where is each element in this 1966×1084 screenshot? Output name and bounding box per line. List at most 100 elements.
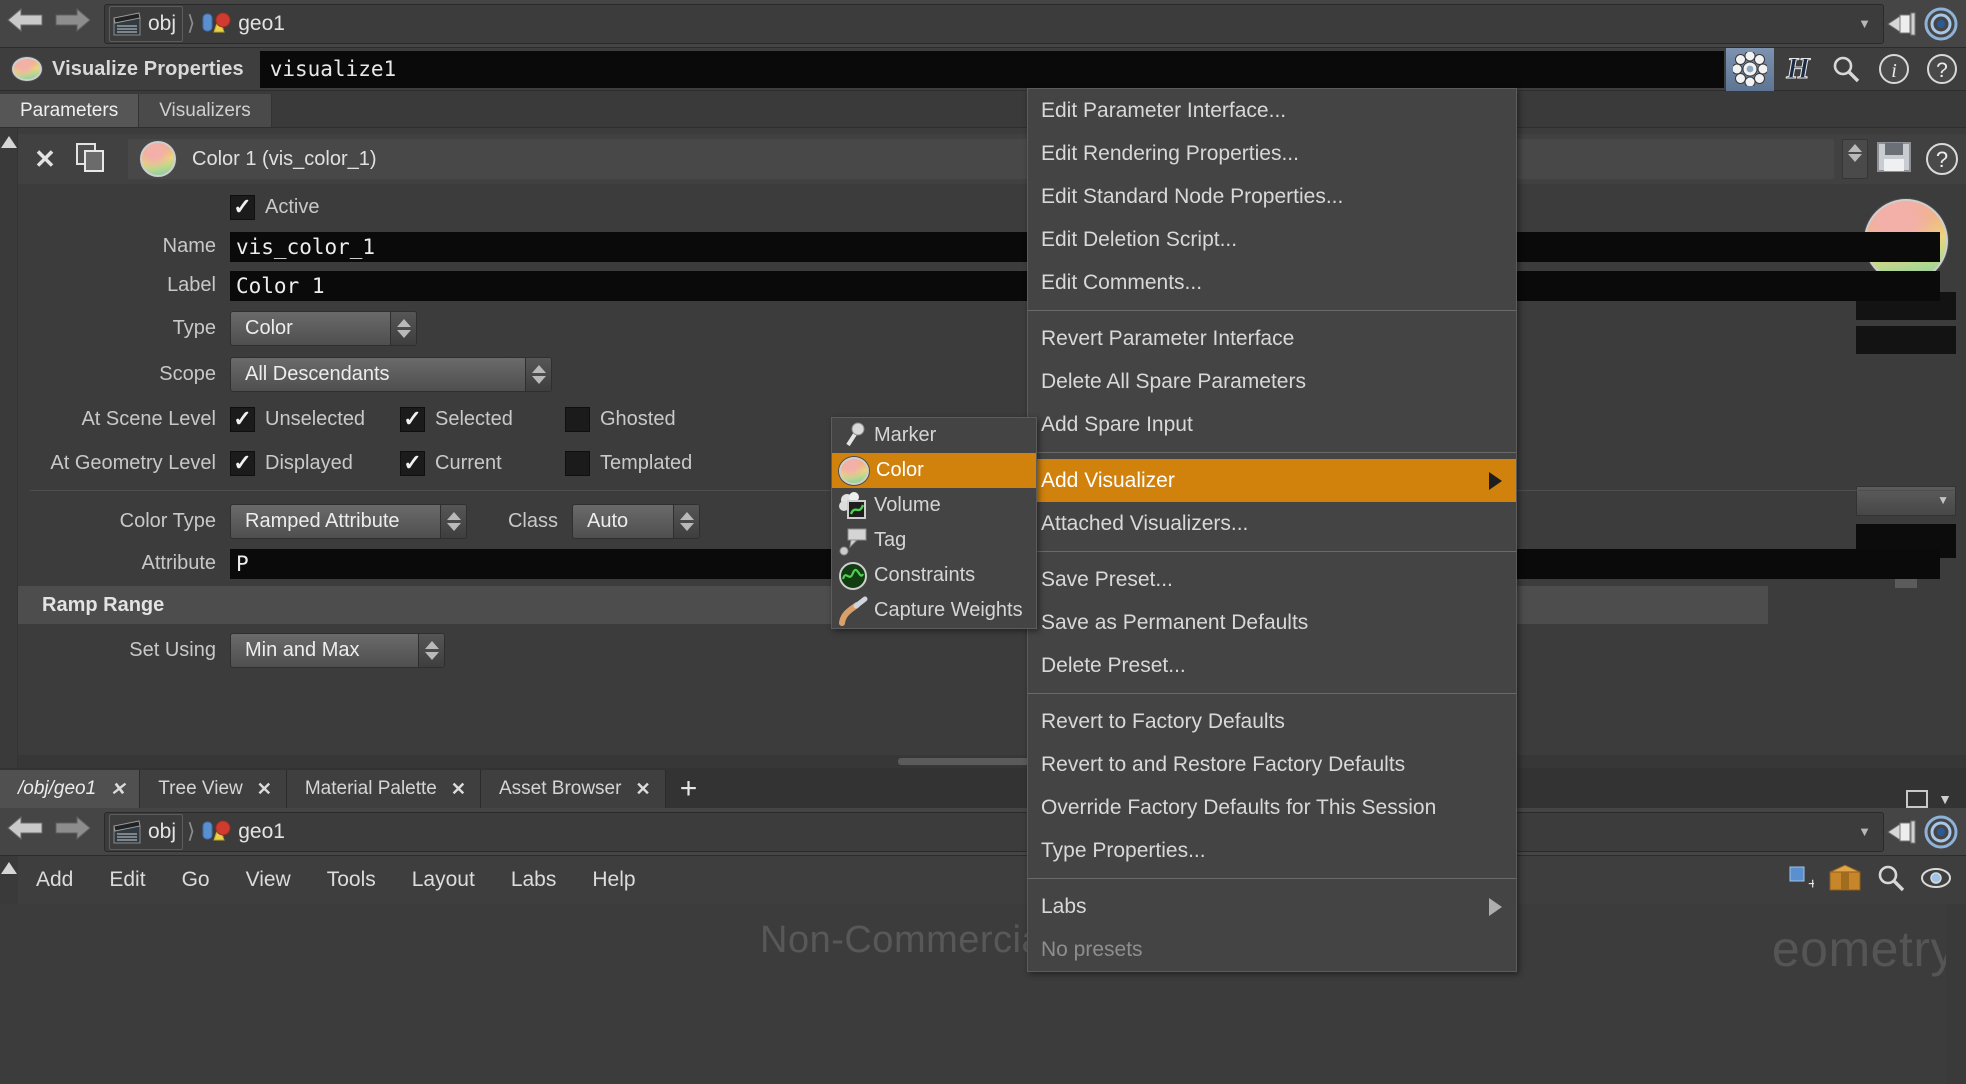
- menu-item-type-properties[interactable]: Type Properties...: [1028, 829, 1516, 872]
- maximize-pane-icon[interactable]: [1906, 790, 1929, 808]
- menu-edit[interactable]: Edit: [91, 868, 163, 892]
- menu-layout[interactable]: Layout: [394, 868, 493, 892]
- menu-item-attached-visualizers[interactable]: Attached Visualizers...: [1028, 502, 1516, 545]
- search-icon[interactable]: [1876, 863, 1906, 898]
- type-dropdown[interactable]: Color: [230, 310, 417, 346]
- pin-icon[interactable]: [1884, 813, 1922, 851]
- tab-visualizers[interactable]: Visualizers: [139, 94, 272, 127]
- network-breadcrumb-geo1[interactable]: geo1: [197, 814, 289, 850]
- scroll-up-icon[interactable]: [0, 136, 17, 148]
- viewport-scrollbar[interactable]: [1946, 904, 1966, 1084]
- vertical-scroll-column[interactable]: [0, 128, 18, 769]
- tab-obj-geo1[interactable]: /obj/geo1 ✕: [0, 770, 141, 808]
- network-scroll-column[interactable]: [0, 856, 18, 904]
- menu-item-save-as-permanent-defaults[interactable]: Save as Permanent Defaults: [1028, 601, 1516, 644]
- checkbox-selected[interactable]: ✓: [400, 406, 425, 432]
- add-tab-button[interactable]: +: [665, 770, 712, 808]
- menu-item-edit-rendering-properties[interactable]: Edit Rendering Properties...: [1028, 132, 1516, 175]
- menu-item-save-preset[interactable]: Save Preset...: [1028, 558, 1516, 601]
- checkbox-unselected[interactable]: ✓: [230, 406, 255, 432]
- help-icon[interactable]: ?: [1918, 48, 1966, 91]
- chevron-down-icon[interactable]: ▼: [1858, 16, 1879, 31]
- close-icon[interactable]: ✕: [451, 779, 466, 800]
- scroll-up-icon[interactable]: [1, 862, 17, 874]
- submenu-item-constraints[interactable]: Constraints: [832, 558, 1036, 593]
- breadcrumb-geo1[interactable]: geo1: [197, 6, 289, 42]
- value-stepper[interactable]: [1842, 139, 1868, 179]
- strip-help-icon[interactable]: ?: [1918, 135, 1966, 183]
- checkbox-ghosted[interactable]: [565, 406, 590, 432]
- back-button[interactable]: [6, 5, 52, 43]
- class-dropdown[interactable]: Auto: [572, 503, 700, 539]
- scope-dropdown[interactable]: All Descendants: [230, 356, 552, 392]
- submenu-item-tag[interactable]: Tag: [832, 523, 1036, 558]
- network-forward-button[interactable]: [52, 813, 98, 851]
- menu-view[interactable]: View: [228, 868, 309, 892]
- network-breadcrumb-obj[interactable]: obj: [109, 813, 184, 850]
- tab-parameters[interactable]: Parameters: [0, 94, 140, 127]
- info-icon[interactable]: i: [1870, 48, 1918, 91]
- checkbox-displayed[interactable]: ✓: [230, 450, 255, 476]
- set-using-dropdown-arrows[interactable]: [418, 633, 444, 667]
- snapping-icon[interactable]: +: [1788, 865, 1817, 896]
- submenu-item-color[interactable]: Color: [832, 453, 1036, 488]
- search-icon[interactable]: [1822, 48, 1870, 91]
- submenu-item-volume[interactable]: Volume: [832, 488, 1036, 523]
- menu-tools[interactable]: Tools: [309, 868, 394, 892]
- menu-item-labs[interactable]: Labs: [1028, 885, 1516, 928]
- breadcrumb-obj[interactable]: obj: [109, 5, 184, 42]
- tab-tree-view[interactable]: Tree View ✕: [140, 770, 287, 808]
- target-icon[interactable]: [1922, 5, 1960, 43]
- scope-dropdown-arrows[interactable]: [525, 357, 551, 391]
- houdini-h-icon[interactable]: H: [1774, 48, 1822, 91]
- type-dropdown-arrows[interactable]: [390, 311, 416, 345]
- menu-item-edit-comments[interactable]: Edit Comments...: [1028, 261, 1516, 304]
- target-icon[interactable]: [1922, 813, 1960, 851]
- tab-asset-browser[interactable]: Asset Browser ✕: [480, 770, 666, 808]
- menu-add[interactable]: Add: [18, 868, 91, 892]
- network-path-field[interactable]: obj ⟩ geo1 ▼: [104, 811, 1884, 852]
- pin-icon[interactable]: [1884, 5, 1922, 43]
- set-using-dropdown[interactable]: Min and Max: [230, 632, 445, 668]
- submenu-item-capture-weights[interactable]: Capture Weights: [832, 593, 1036, 628]
- menu-item-override-factory-defaults[interactable]: Override Factory Defaults for This Sessi…: [1028, 786, 1516, 829]
- checkbox-current[interactable]: ✓: [400, 450, 425, 476]
- menu-item-revert-to-and-restore-factory-defaults[interactable]: Revert to and Restore Factory Defaults: [1028, 743, 1516, 786]
- gear-icon[interactable]: [1726, 47, 1774, 91]
- menu-item-revert-to-factory-defaults[interactable]: Revert to Factory Defaults: [1028, 700, 1516, 743]
- checkbox-templated[interactable]: [565, 450, 590, 476]
- asset-box-icon[interactable]: [1828, 863, 1862, 897]
- network-back-button[interactable]: [6, 813, 52, 851]
- menu-item-add-spare-input[interactable]: Add Spare Input: [1028, 403, 1516, 446]
- color-type-dropdown[interactable]: Ramped Attribute: [230, 503, 467, 539]
- class-dropdown-arrows[interactable]: [673, 504, 699, 538]
- menu-item-edit-deletion-script[interactable]: Edit Deletion Script...: [1028, 218, 1516, 261]
- node-path-field[interactable]: obj ⟩ geo1 ▼: [104, 3, 1884, 44]
- menu-item-delete-all-spare-parameters[interactable]: Delete All Spare Parameters: [1028, 360, 1516, 403]
- pane-menu-icon[interactable]: ▼: [1938, 791, 1952, 807]
- scene-viewport[interactable]: Non-Commercial Edition eometry: [0, 904, 1966, 1084]
- forward-button[interactable]: [52, 5, 98, 43]
- remove-visualizer-button[interactable]: ✕: [18, 144, 72, 175]
- submenu-item-marker[interactable]: Marker: [832, 418, 1036, 453]
- horizontal-scrollbar[interactable]: [18, 755, 1966, 768]
- scrollbar-thumb[interactable]: [898, 758, 1048, 765]
- menu-item-add-visualizer[interactable]: Add Visualizer: [1028, 459, 1516, 502]
- close-icon[interactable]: ✕: [110, 779, 125, 800]
- tab-material-palette[interactable]: Material Palette ✕: [286, 770, 481, 808]
- menu-item-edit-standard-node-properties[interactable]: Edit Standard Node Properties...: [1028, 175, 1516, 218]
- duplicate-icon[interactable]: [72, 141, 118, 177]
- close-icon[interactable]: ✕: [635, 779, 650, 800]
- color-type-dropdown-arrows[interactable]: [440, 504, 466, 538]
- close-icon[interactable]: ✕: [257, 779, 272, 800]
- save-icon[interactable]: [1874, 139, 1918, 179]
- visualizer-chip[interactable]: Color 1 (vis_color_1): [128, 139, 1834, 179]
- chevron-down-icon[interactable]: ▼: [1858, 824, 1879, 839]
- menu-item-revert-parameter-interface[interactable]: Revert Parameter Interface: [1028, 317, 1516, 360]
- node-name-field[interactable]: visualize1: [259, 50, 1724, 88]
- menu-go[interactable]: Go: [164, 868, 228, 892]
- menu-help[interactable]: Help: [574, 868, 653, 892]
- display-options-icon[interactable]: [1920, 865, 1952, 896]
- menu-item-edit-parameter-interface[interactable]: Edit Parameter Interface...: [1028, 89, 1516, 132]
- menu-item-delete-preset[interactable]: Delete Preset...: [1028, 644, 1516, 687]
